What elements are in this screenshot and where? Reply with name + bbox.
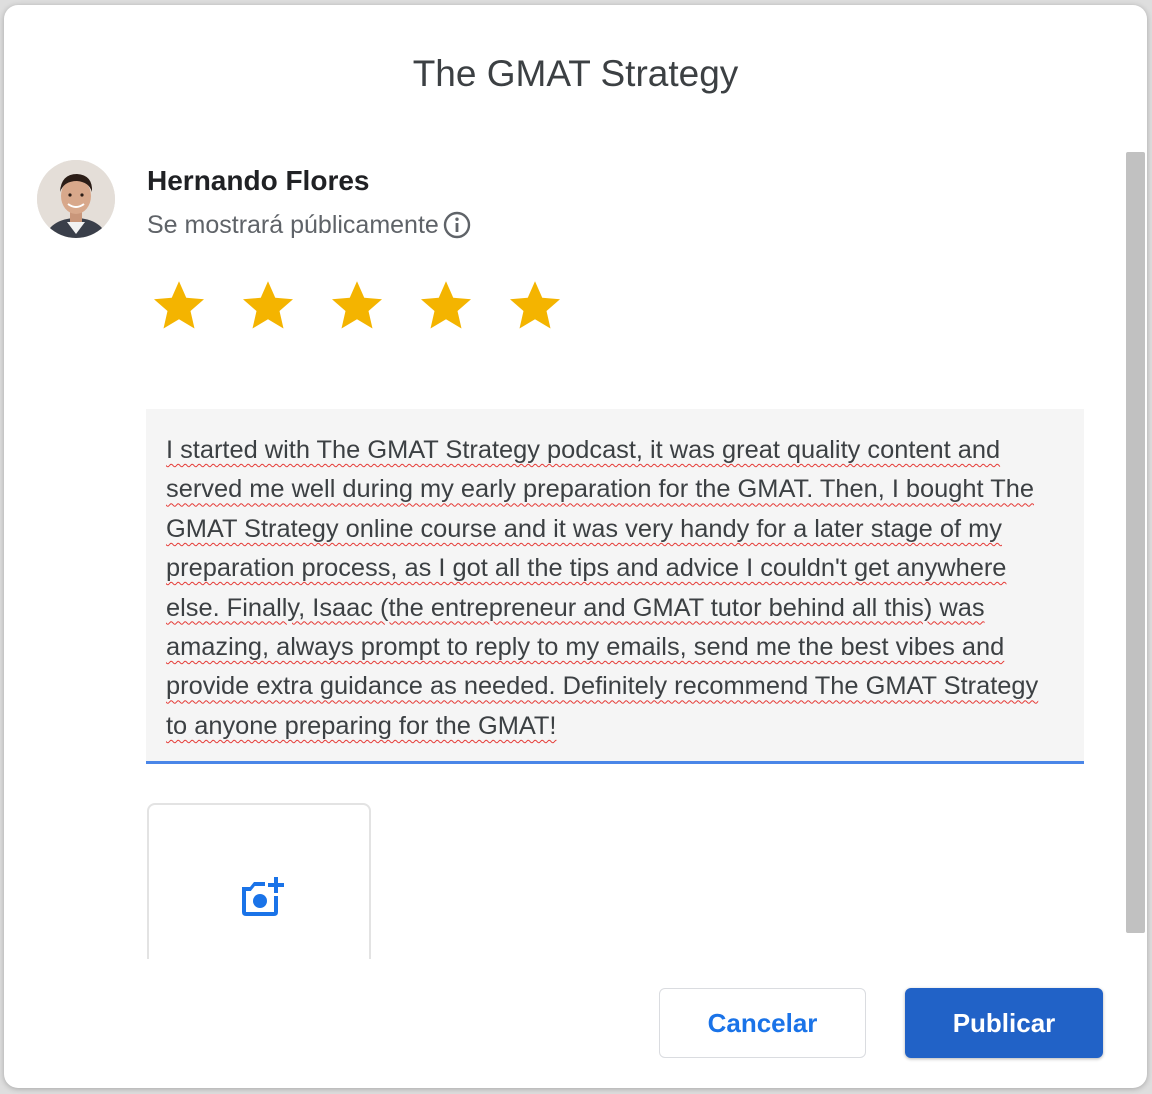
review-text: I started with The GMAT Strategy podcast… xyxy=(166,436,1039,740)
add-photo-button[interactable] xyxy=(147,803,371,959)
review-textarea[interactable]: I started with The GMAT Strategy podcast… xyxy=(146,409,1084,764)
avatar-photo xyxy=(37,160,115,238)
add-photo-icon xyxy=(239,875,285,917)
visibility-label: Se mostrará públicamente xyxy=(147,210,439,239)
review-form: Hernando Flores Se mostrará públicamente xyxy=(4,135,1147,959)
star-icon-4[interactable] xyxy=(416,275,476,335)
star-icon-3[interactable] xyxy=(327,275,387,335)
publish-button[interactable]: Publicar xyxy=(905,988,1103,1058)
star-icon-2[interactable] xyxy=(238,275,298,335)
dialog-title: The GMAT Strategy xyxy=(412,53,739,94)
star-rating xyxy=(149,275,594,335)
visibility-note: Se mostrará públicamente xyxy=(147,210,472,240)
star-icon-5[interactable] xyxy=(505,275,565,335)
avatar xyxy=(37,160,115,238)
star-icon-1[interactable] xyxy=(149,275,209,335)
cancel-button[interactable]: Cancelar xyxy=(659,988,866,1058)
review-dialog: The GMAT Strategy Hernando Flores Se mos… xyxy=(4,5,1147,1088)
info-icon[interactable] xyxy=(442,210,472,240)
user-name: Hernando Flores xyxy=(147,165,370,196)
